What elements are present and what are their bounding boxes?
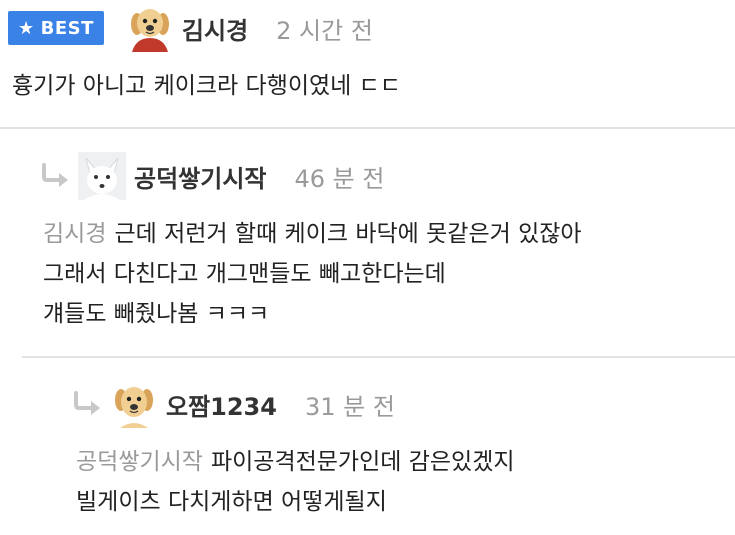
comment-line-text: 파이공격전문가인데 감은있겠지 [210,449,515,475]
comment-line: 흉기가 아니고 케이크라 다행이였네 ㄷㄷ [12,73,401,99]
reply-arrow-icon [74,391,100,415]
puppy-avatar-icon[interactable] [110,380,158,428]
username[interactable]: 공덕쌓기시작 [134,159,266,194]
comment-line: 걔들도 빼줬나봄 ㅋㅋㅋ [43,301,270,327]
arctic-fox-avatar-icon[interactable] [78,152,126,200]
comment-line: 빌게이츠 다치게하면 어떻게될지 [76,489,387,515]
comment-body: 김시경 근데 저런거 할때 케이크 바닥에 못같은거 있잖아 그래서 다친다고 개… [43,214,582,334]
comment-body: 흉기가 아니고 케이크라 다행이였네 ㄷㄷ [12,66,401,106]
comment-line: 그래서 다친다고 개그맨들도 빼고한다는데 [43,261,446,287]
divider [22,356,735,358]
mention-link[interactable]: 공덕쌓기시작 [76,449,203,475]
comment-line: 공덕쌓기시작 파이공격전문가인데 감은있겠지 [76,442,515,482]
best-badge-label: BEST [40,17,94,39]
puppy-avatar-icon[interactable] [126,4,174,52]
mention-link[interactable]: 김시경 [43,221,106,247]
divider [0,127,735,129]
best-badge: ★ BEST [8,11,104,45]
timestamp: 31 분 전 [304,392,395,421]
comment-header: 공덕쌓기시작 46 분 전 [40,150,384,202]
star-icon: ★ [18,17,35,39]
comment-line-text: 근데 저런거 할때 케이크 바닥에 못같은거 있잖아 [114,221,582,247]
timestamp: 2 시간 전 [276,16,373,45]
username[interactable]: 오짬1234 [166,387,277,422]
comment-header: 오짬1234 31 분 전 [72,378,395,430]
username[interactable]: 김시경 [182,11,248,46]
timestamp: 46 분 전 [294,164,385,193]
comment-header: ★ BEST 김시경 2 시간 전 [8,2,373,54]
reply-arrow-icon [42,163,68,187]
comment-line: 김시경 근데 저런거 할때 케이크 바닥에 못같은거 있잖아 [43,214,582,254]
comment-body: 공덕쌓기시작 파이공격전문가인데 감은있겠지 빌게이츠 다치게하면 어떻게될지 [76,442,515,522]
